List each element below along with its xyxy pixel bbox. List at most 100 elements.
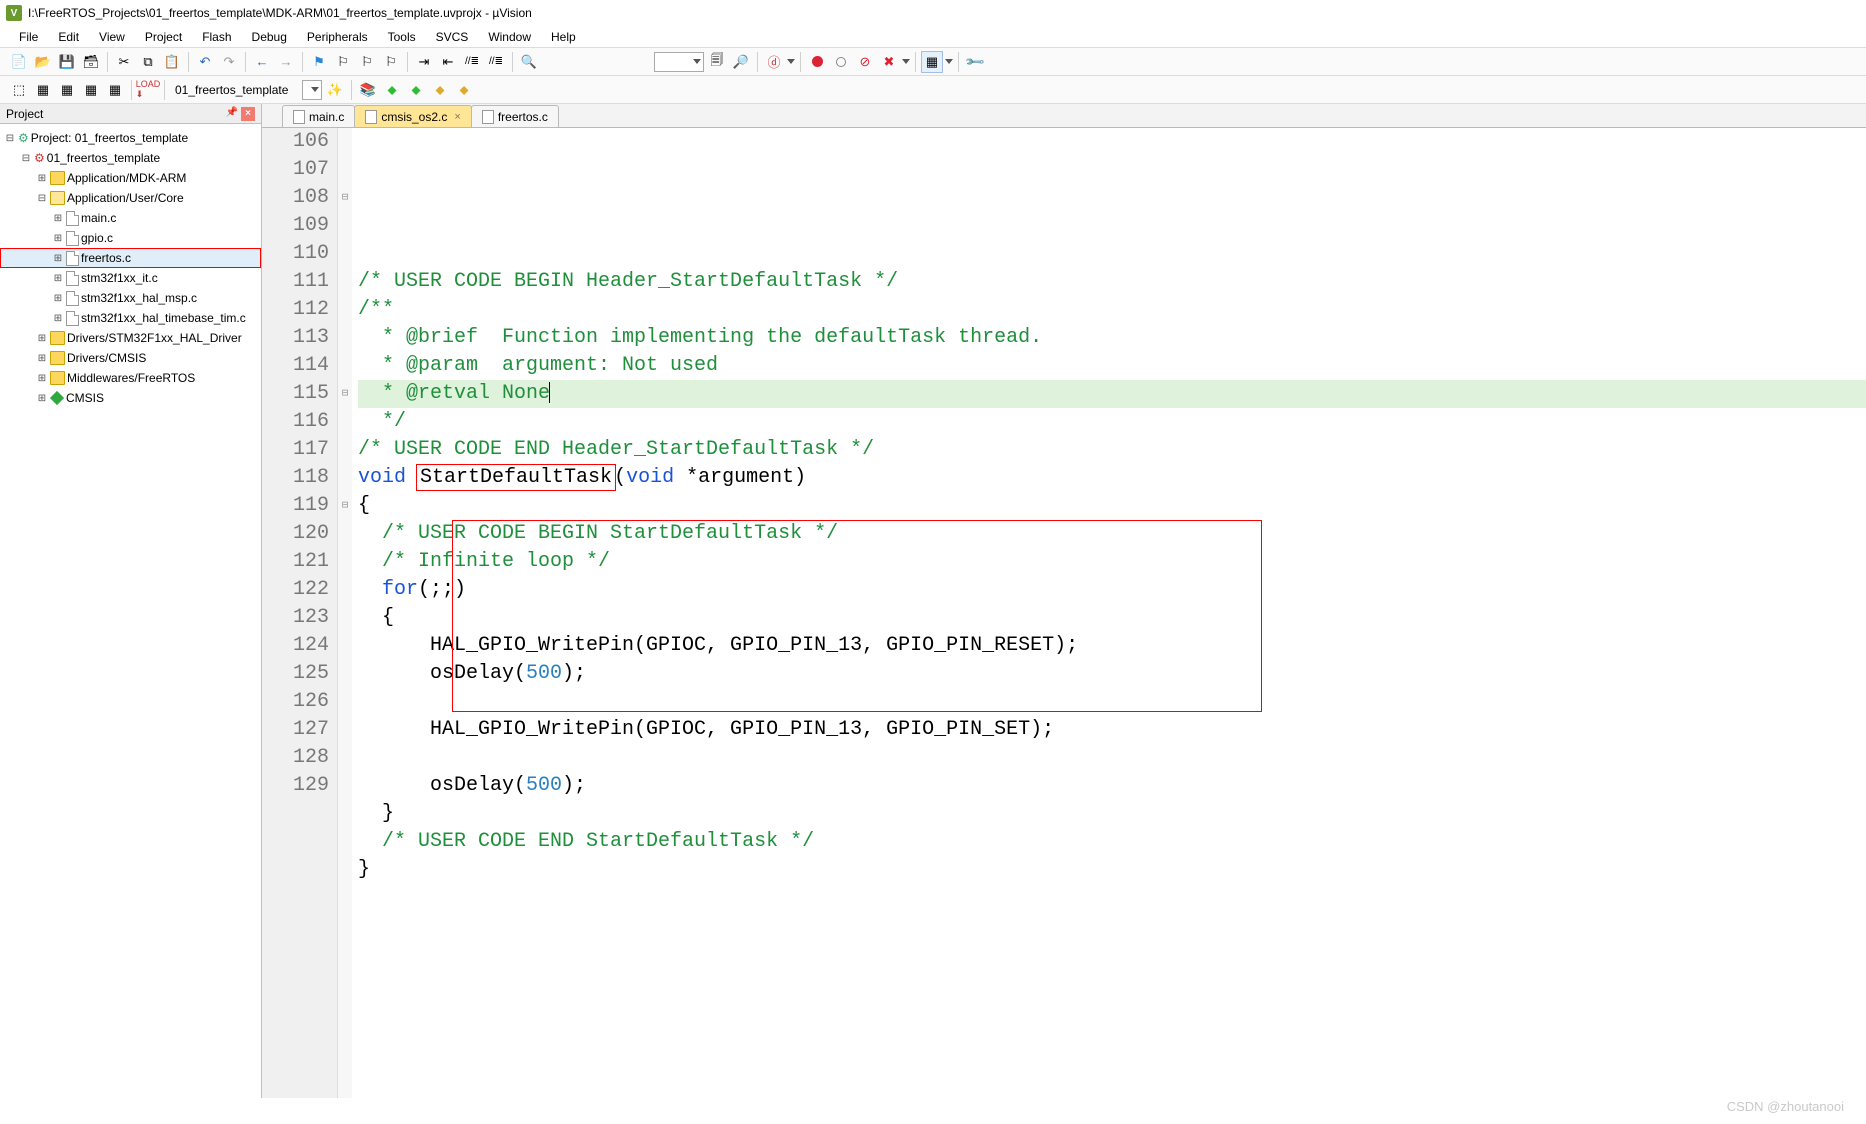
fold-column[interactable]: ⊟⊟⊟ [338, 128, 352, 1098]
code-line[interactable]: /* USER CODE BEGIN Header_StartDefaultTa… [358, 268, 1866, 296]
code-line[interactable]: * @param argument: Not used [358, 352, 1866, 380]
paste-icon[interactable]: 📋 [161, 51, 183, 73]
bp-drop-icon[interactable] [902, 59, 910, 64]
close-panel-icon[interactable]: × [241, 107, 255, 121]
uncomment-icon[interactable]: //≣ [485, 51, 507, 73]
target-drop[interactable] [302, 80, 322, 100]
menu-window[interactable]: Window [479, 28, 540, 46]
pack-installer-icon[interactable]: ⬥ [405, 79, 427, 101]
menu-project[interactable]: Project [136, 28, 191, 46]
nav-back-icon[interactable]: ← [251, 51, 273, 73]
outdent-icon[interactable]: ⇤ [437, 51, 459, 73]
menu-edit[interactable]: Edit [49, 28, 88, 46]
tree-file[interactable]: ⊞ stm32f1xx_it.c [0, 268, 261, 288]
menu-flash[interactable]: Flash [193, 28, 240, 46]
open-icon[interactable]: 📂 [32, 51, 54, 73]
manage-rte-icon[interactable]: ⬥ [453, 79, 475, 101]
target-selector[interactable]: 01_freertos_template [170, 82, 300, 98]
code-line[interactable]: } [358, 856, 1866, 884]
bookmark-next-icon[interactable]: ⚐ [356, 51, 378, 73]
tree-group[interactable]: ⊞ Application/MDK-ARM [0, 168, 261, 188]
toolbar-build: ⬚ ▦ ▦ ▦ ▦ LOAD⬇ 01_freertos_template ✨ 📚… [0, 76, 1866, 104]
redo-icon[interactable]: ↷ [218, 51, 240, 73]
batch-build-icon[interactable]: ▦ [80, 79, 102, 101]
nav-fwd-icon[interactable]: → [275, 51, 297, 73]
code-line[interactable]: * @brief Function implementing the defau… [358, 324, 1866, 352]
undo-icon[interactable]: ↶ [194, 51, 216, 73]
tree-file[interactable]: ⊞ stm32f1xx_hal_timebase_tim.c [0, 308, 261, 328]
code-line[interactable]: HAL_GPIO_WritePin(GPIOC, GPIO_PIN_13, GP… [358, 716, 1866, 744]
build-icon[interactable]: ▦ [32, 79, 54, 101]
code-line[interactable] [358, 240, 1866, 268]
code-line[interactable]: /* USER CODE END Header_StartDefaultTask… [358, 436, 1866, 464]
breakpoint-enable-icon[interactable] [830, 51, 852, 73]
project-tree[interactable]: ⊟⚙ Project: 01_freertos_template⊟⚙ 01_fr… [0, 124, 261, 1098]
code-line[interactable]: void StartDefaultTask(void *argument) [358, 464, 1866, 492]
breakpoint-insert-icon[interactable] [806, 51, 828, 73]
manage-books-icon[interactable]: 📚 [357, 79, 379, 101]
code-line[interactable] [358, 884, 1866, 912]
code-line[interactable]: /* USER CODE END StartDefaultTask */ [358, 828, 1866, 856]
code-line[interactable]: */ [358, 408, 1866, 436]
select-pack-icon[interactable]: ⬥ [429, 79, 451, 101]
cut-icon[interactable]: ✂ [113, 51, 135, 73]
tree-file[interactable]: ⊞ freertos.c [0, 248, 261, 268]
download-icon[interactable]: LOAD⬇ [137, 79, 159, 101]
tree-file[interactable]: ⊞ stm32f1xx_hal_msp.c [0, 288, 261, 308]
code-line[interactable]: { [358, 492, 1866, 520]
save-icon[interactable]: 💾 [56, 51, 78, 73]
tree-group[interactable]: ⊞ CMSIS [0, 388, 261, 408]
menu-debug[interactable]: Debug [243, 28, 296, 46]
menu-view[interactable]: View [90, 28, 134, 46]
tree-root[interactable]: ⊟⚙ Project: 01_freertos_template [0, 128, 261, 148]
translate-icon[interactable]: ⬚ [8, 79, 30, 101]
stop-build-icon[interactable]: ▦ [104, 79, 126, 101]
close-tab-icon[interactable]: × [454, 111, 460, 123]
menu-tools[interactable]: Tools [379, 28, 425, 46]
menu-peripherals[interactable]: Peripherals [298, 28, 377, 46]
incremental-find-icon[interactable]: 🔎 [730, 51, 752, 73]
find-combo[interactable] [654, 52, 704, 72]
tree-group[interactable]: ⊟ Application/User/Core [0, 188, 261, 208]
configure-icon[interactable]: 🔧 [959, 46, 990, 77]
tree-group[interactable]: ⊞ Drivers/STM32F1xx_HAL_Driver [0, 328, 261, 348]
breakpoint-disable-icon[interactable]: ⊘ [854, 51, 876, 73]
comment-icon[interactable]: //≣ [461, 51, 483, 73]
menu-file[interactable]: File [10, 28, 47, 46]
copy-icon[interactable]: ⧉ [137, 51, 159, 73]
layout-drop-icon[interactable] [945, 59, 953, 64]
tree-file[interactable]: ⊞ main.c [0, 208, 261, 228]
code-line[interactable]: } [358, 800, 1866, 828]
save-all-icon[interactable]: 🗃 [80, 51, 102, 73]
pin-icon[interactable]: 📌 [226, 107, 238, 121]
target-options-icon[interactable]: ✨ [324, 79, 346, 101]
indent-icon[interactable]: ⇥ [413, 51, 435, 73]
tab-cmsis_os2-c[interactable]: cmsis_os2.c× [354, 105, 471, 127]
code-line[interactable]: osDelay(500); [358, 772, 1866, 800]
bookmark-icon[interactable]: ⚑ [308, 51, 330, 73]
tree-group[interactable]: ⊞ Middlewares/FreeRTOS [0, 368, 261, 388]
tab-main-c[interactable]: main.c [282, 105, 355, 127]
bookmark-prev-icon[interactable]: ⚐ [332, 51, 354, 73]
manage-components-icon[interactable]: ⬥ [381, 79, 403, 101]
find-in-files-icon[interactable]: 🗐 [706, 51, 728, 73]
code-line[interactable]: * @retval None [358, 380, 1866, 408]
tree-target[interactable]: ⊟⚙ 01_freertos_template [0, 148, 261, 168]
breakpoint-kill-icon[interactable]: ✖ [878, 51, 900, 73]
code-line[interactable]: /** [358, 296, 1866, 324]
code-view[interactable]: 1061071081091101111121131141151161171181… [262, 128, 1866, 1098]
debug-icon[interactable]: ⓓ [763, 51, 785, 73]
rebuild-icon[interactable]: ▦ [56, 79, 78, 101]
tab-freertos-c[interactable]: freertos.c [471, 105, 559, 127]
menu-svcs[interactable]: SVCS [427, 28, 478, 46]
bookmark-clear-icon[interactable]: ⚐ [380, 51, 402, 73]
code-lines[interactable]: /* USER CODE BEGIN Header_StartDefaultTa… [352, 128, 1866, 1098]
new-icon[interactable]: 📄 [8, 51, 30, 73]
tree-file[interactable]: ⊞ gpio.c [0, 228, 261, 248]
menu-help[interactable]: Help [542, 28, 585, 46]
tree-group[interactable]: ⊞ Drivers/CMSIS [0, 348, 261, 368]
code-line[interactable] [358, 744, 1866, 772]
window-layout-icon[interactable]: ▦ [921, 51, 943, 73]
debug-drop-icon[interactable] [787, 59, 795, 64]
find-icon[interactable]: 🔍 [518, 51, 540, 73]
